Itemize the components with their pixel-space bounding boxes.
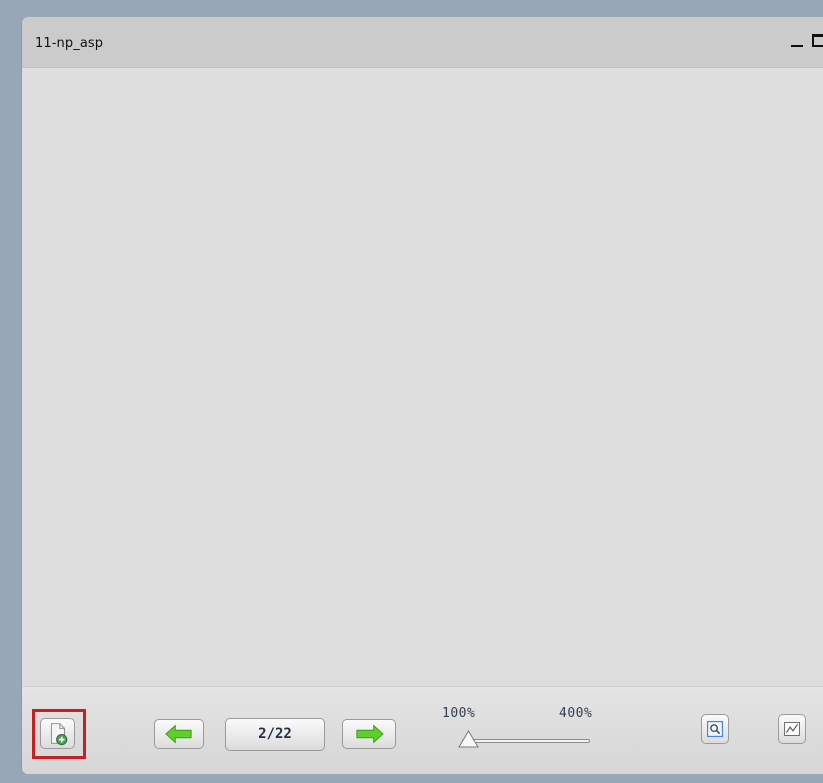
title-bar: 11-np_asp — [22, 17, 823, 68]
arrow-left-icon — [165, 724, 192, 744]
minimize-button[interactable] — [788, 31, 806, 49]
window-title: 11-np_asp — [35, 36, 104, 51]
bottom-toolbar: 2/22 100% 400% — [22, 686, 823, 774]
zoom-min-label: 100% — [442, 706, 476, 721]
zoom-slider-track[interactable] — [462, 739, 590, 743]
maximize-button[interactable] — [810, 31, 823, 49]
previous-page-button[interactable] — [154, 719, 204, 749]
line-chart-icon — [784, 722, 800, 736]
viewer-window: 11-np_asp 2/22 100% 400% — [22, 17, 823, 774]
document-canvas — [22, 68, 823, 686]
arrow-right-icon — [356, 724, 384, 744]
add-page-button[interactable] — [40, 718, 75, 749]
zoom-fit-button[interactable] — [701, 714, 729, 744]
add-page-icon — [50, 723, 68, 746]
page-indicator-button[interactable]: 2/22 — [225, 718, 325, 751]
zoom-fit-icon — [706, 720, 724, 738]
zoom-slider-thumb[interactable] — [458, 730, 479, 748]
zoom-max-label: 400% — [559, 706, 593, 721]
chart-button[interactable] — [778, 714, 806, 744]
next-page-button[interactable] — [342, 719, 396, 749]
